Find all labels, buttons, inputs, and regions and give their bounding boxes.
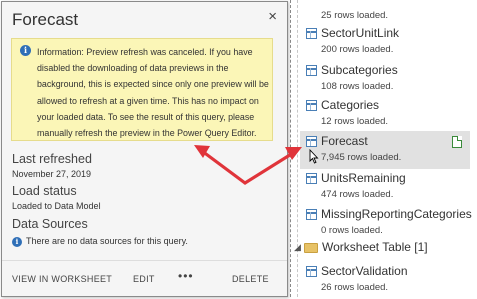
query-row-count: 0 rows loaded. (321, 225, 383, 236)
table-icon (306, 28, 317, 39)
mouse-cursor-icon (309, 149, 319, 164)
group-label: Worksheet Table [1] (322, 240, 428, 254)
info-message: Information: Preview refresh was cancele… (37, 47, 269, 139)
table-icon (306, 209, 317, 220)
card-title: Forecast (12, 10, 79, 29)
edit-button[interactable]: EDIT (133, 274, 155, 284)
collapse-caret-icon[interactable]: ◢ (294, 242, 301, 253)
query-item-sectorvalidation[interactable]: SectorValidation 26 rows loaded. (300, 261, 470, 299)
query-name: Subcategories (321, 63, 398, 77)
group-worksheet-table[interactable]: ◢ Worksheet Table [1] (290, 239, 474, 259)
query-row-count: 12 rows loaded. (321, 116, 389, 127)
query-name: SectorUnitLink (321, 26, 400, 40)
table-icon (306, 100, 317, 111)
query-row-count: 26 rows loaded. (321, 282, 389, 293)
info-banner: i Information: Preview refresh was cance… (11, 38, 273, 141)
data-sources-value: There are no data sources for this query… (26, 236, 188, 246)
query-row-count: 474 rows loaded. (321, 189, 394, 200)
query-item-missingreportingcategories[interactable]: MissingReportingCategories 0 rows loaded… (300, 204, 472, 242)
query-peek-card: Forecast × i Information: Preview refres… (1, 1, 288, 297)
query-item-sectorunitlink[interactable]: SectorUnitLink 200 rows loaded. (300, 23, 470, 61)
refresh-document-icon[interactable] (452, 136, 462, 148)
query-item-unitsremaining[interactable]: UnitsRemaining 474 rows loaded. (300, 168, 470, 206)
folder-icon (304, 243, 318, 253)
query-row-count: 200 rows loaded. (321, 44, 394, 55)
data-sources-label: Data Sources (12, 217, 88, 231)
card-footer: VIEW IN WORKSHEET EDIT ••• DELETE (2, 260, 287, 296)
close-button[interactable]: × (268, 8, 277, 25)
query-row-count: 7,945 rows loaded. (321, 152, 402, 163)
last-refreshed-label: Last refreshed (12, 152, 92, 166)
view-in-worksheet-button[interactable]: VIEW IN WORKSHEET (12, 274, 112, 284)
load-status-value: Loaded to Data Model (12, 201, 101, 211)
query-row-count: 25 rows loaded. (321, 10, 389, 21)
table-icon (306, 173, 317, 184)
query-name: SectorValidation (321, 264, 408, 278)
table-icon (306, 266, 317, 277)
group-name: Worksheet Table (322, 240, 411, 254)
more-options-button[interactable]: ••• (178, 269, 194, 283)
delete-button[interactable]: DELETE (232, 274, 269, 284)
query-name: Categories (321, 98, 380, 112)
query-item-subcategories[interactable]: Subcategories 108 rows loaded. (300, 60, 470, 98)
table-icon (306, 136, 317, 147)
query-name: UnitsRemaining (321, 171, 406, 185)
info-icon: i (20, 45, 31, 56)
query-name: MissingReportingCategories (321, 207, 472, 221)
query-item-categories[interactable]: Categories 12 rows loaded. (300, 95, 470, 133)
query-name: Forecast (321, 134, 368, 148)
query-row-count: 108 rows loaded. (321, 81, 394, 92)
table-icon (306, 65, 317, 76)
query-item-forecast[interactable]: Forecast 7,945 rows loaded. (300, 131, 470, 169)
last-refreshed-value: November 27, 2019 (12, 169, 92, 179)
group-count: [1] (414, 240, 428, 254)
info-icon: i (12, 237, 22, 247)
load-status-label: Load status (12, 184, 77, 198)
